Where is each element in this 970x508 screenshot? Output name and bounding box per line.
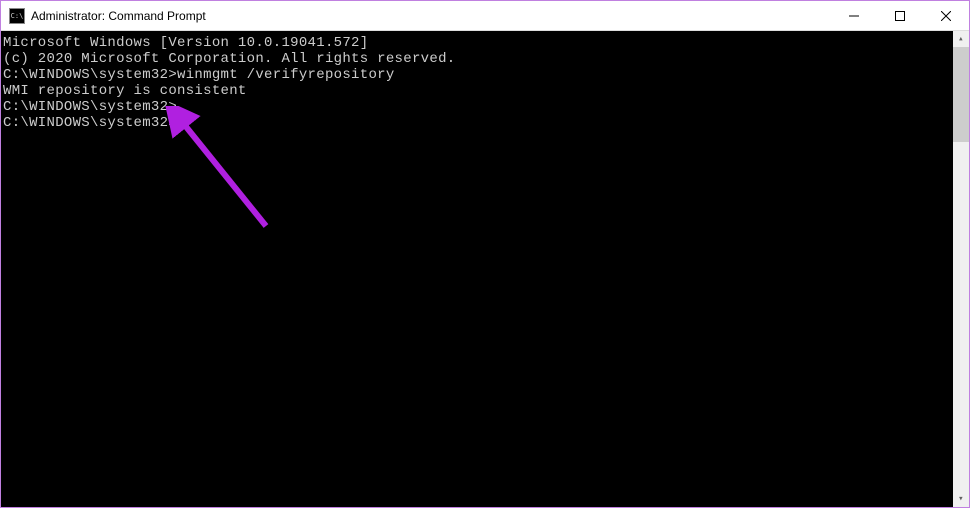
scroll-up-arrow-icon[interactable]: ▴: [953, 31, 969, 47]
window-controls: [831, 1, 969, 30]
terminal-line: C:\WINDOWS\system32>: [1, 115, 969, 131]
terminal-line: C:\WINDOWS\system32>: [1, 99, 969, 115]
window-title: Administrator: Command Prompt: [31, 9, 831, 23]
terminal-line: (c) 2020 Microsoft Corporation. All righ…: [1, 51, 969, 67]
close-button[interactable]: [923, 1, 969, 30]
cmd-icon: C:\: [9, 8, 25, 24]
scrollbar-track[interactable]: ▴ ▾: [953, 31, 969, 507]
scroll-down-arrow-icon[interactable]: ▾: [953, 491, 969, 507]
terminal-area[interactable]: Microsoft Windows [Version 10.0.19041.57…: [1, 31, 969, 507]
titlebar[interactable]: C:\ Administrator: Command Prompt: [1, 1, 969, 31]
minimize-button[interactable]: [831, 1, 877, 30]
scroll-thumb[interactable]: [953, 47, 969, 142]
terminal-line: C:\WINDOWS\system32>winmgmt /verifyrepos…: [1, 67, 969, 83]
terminal-line: Microsoft Windows [Version 10.0.19041.57…: [1, 35, 969, 51]
maximize-button[interactable]: [877, 1, 923, 30]
terminal-line: WMI repository is consistent: [1, 83, 969, 99]
